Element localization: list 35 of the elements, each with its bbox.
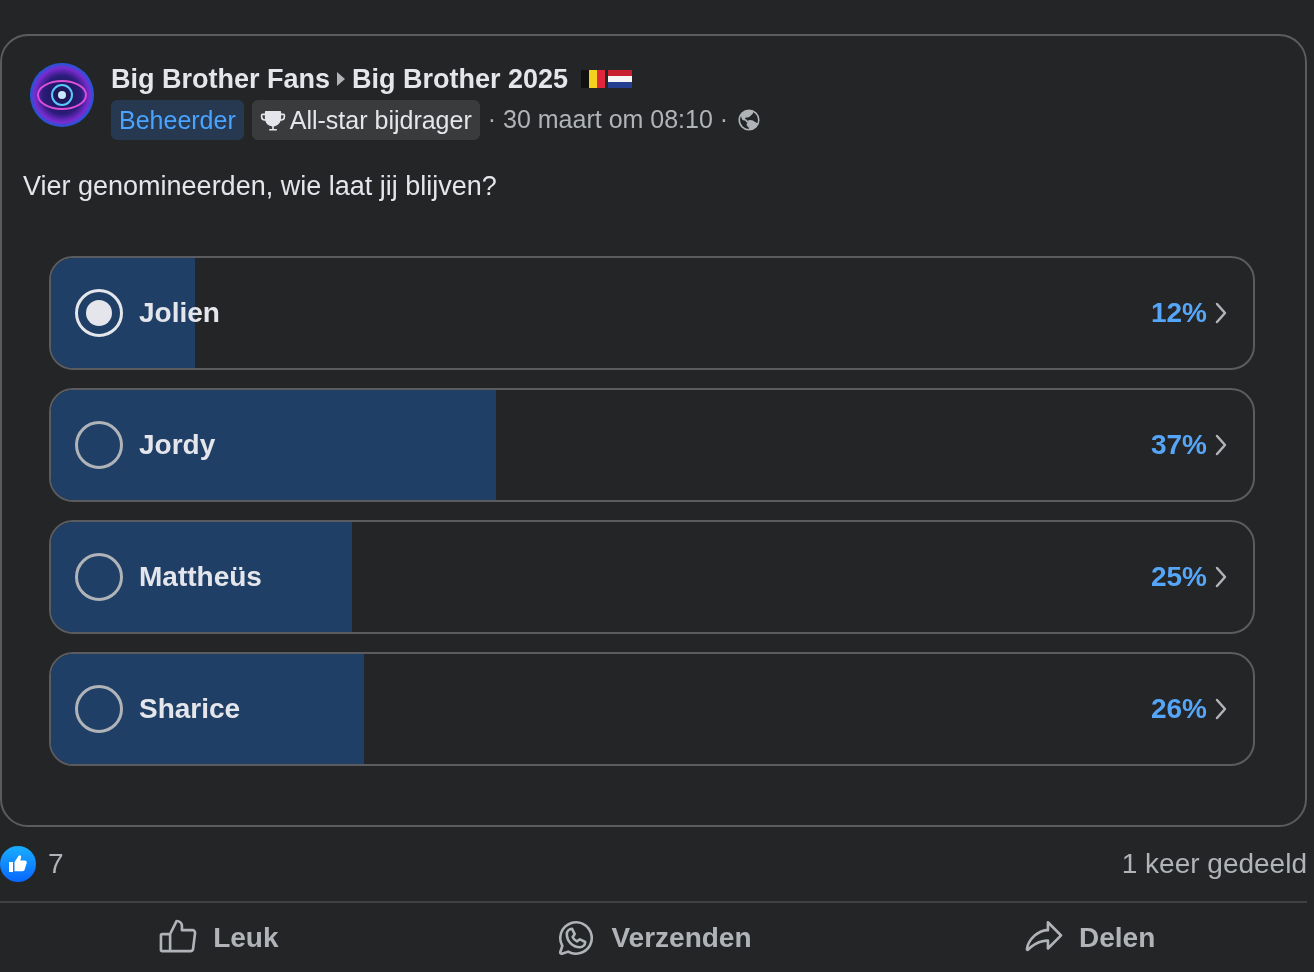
flag-icon: [607, 69, 634, 89]
share-count[interactable]: 1 keer gedeeld: [1121, 843, 1307, 885]
radio-button[interactable]: [75, 553, 123, 601]
poll-option[interactable]: Jordy 37%: [49, 388, 1255, 502]
vote-percentage: 37%: [1150, 428, 1207, 462]
send-action-button[interactable]: Verzenden: [435, 912, 872, 963]
chevron-right-icon: [1215, 434, 1227, 456]
ring-logo-icon: [30, 63, 94, 127]
option-label: Sharice: [139, 692, 241, 726]
option-label: Jordy: [139, 428, 216, 462]
poll-option[interactable]: Jolien 12%: [49, 256, 1255, 370]
radio-button[interactable]: [75, 421, 123, 469]
reaction-count[interactable]: 7: [48, 843, 64, 885]
subgroup-name[interactable]: Big Brother 2025: [352, 63, 569, 95]
poll-option[interactable]: Sharice 26%: [49, 652, 1255, 766]
vote-percentage: 12%: [1150, 296, 1207, 330]
group-name[interactable]: Big Brother Fans: [111, 63, 331, 95]
option-label: Mattheüs: [139, 560, 262, 594]
vote-percentage: 26%: [1150, 692, 1207, 726]
vote-percentage: 25%: [1150, 560, 1207, 594]
like-reaction-icon: [0, 846, 36, 882]
flag-icon: [580, 69, 607, 89]
chevron-right-icon: [1215, 698, 1227, 720]
like-action-button[interactable]: Leuk: [0, 912, 436, 963]
poll-option[interactable]: Mattheüs 25%: [49, 520, 1255, 634]
post-timestamp[interactable]: · 30 maart om 08:10 ·: [487, 101, 729, 139]
caret-right-icon: [336, 71, 347, 87]
option-label: Jolien: [139, 296, 220, 330]
award-badge[interactable]: All-star bijdrager: [251, 100, 480, 140]
chevron-right-icon: [1215, 302, 1227, 324]
share-action-button[interactable]: Delen: [871, 912, 1307, 963]
post-text: Vier genomineerden, wie laat jij blijven?: [23, 170, 498, 203]
radio-button[interactable]: [75, 685, 123, 733]
role-badge[interactable]: Beheerder: [111, 100, 244, 140]
chevron-right-icon: [1215, 566, 1227, 588]
